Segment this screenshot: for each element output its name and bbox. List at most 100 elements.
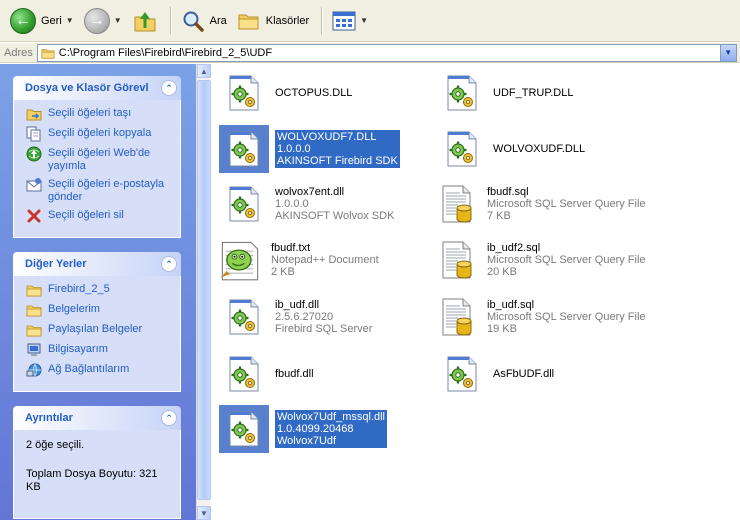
scroll-up-button[interactable]: ▲ bbox=[197, 64, 211, 78]
scroll-down-button[interactable]: ▼ bbox=[197, 506, 211, 520]
copy-files-icon bbox=[26, 126, 41, 142]
file-name: fbudf.dll bbox=[275, 368, 314, 380]
details-panel: Ayrıntılar ⌃ 2 öğe seçili. Toplam Dosya … bbox=[13, 406, 181, 519]
collapse-chevron-icon[interactable]: ⌃ bbox=[161, 80, 177, 96]
file-name: wolvox7ent.dll bbox=[275, 186, 345, 198]
details-header[interactable]: Ayrıntılar ⌃ bbox=[13, 406, 181, 430]
address-input[interactable]: C:\Program Files\Firebird\Firebird_2_5\U… bbox=[36, 43, 737, 62]
file-item[interactable]: OCTOPUS.DLL bbox=[219, 68, 352, 118]
file-size: 7 KB bbox=[487, 210, 511, 222]
address-label: Adres bbox=[4, 46, 33, 59]
file-info: fbudf.txt Notepad++ Document 2 KB bbox=[271, 242, 379, 278]
toolbar-separator bbox=[169, 6, 171, 35]
toolbar: ← Geri ▼ → ▼ Ara Klasörler ▼ bbox=[0, 0, 740, 42]
file-version: 1.0.0.0 bbox=[277, 143, 311, 155]
place-my-computer[interactable]: Bilgisayarım bbox=[26, 343, 172, 358]
task-label: Seçili öğeleri Web'de yayımla bbox=[48, 147, 151, 172]
file-folder-tasks-header[interactable]: Dosya ve Klasör Görevl ⌃ bbox=[13, 76, 181, 100]
file-item[interactable]: UDF_TRUP.DLL bbox=[437, 68, 574, 118]
back-button[interactable]: ← Geri ▼ bbox=[6, 4, 78, 38]
other-places-panel: Diğer Yerler ⌃ Firebird_2_5 Belgelerim P… bbox=[13, 252, 181, 392]
dll-gear-icon bbox=[219, 293, 269, 341]
file-folder-tasks-body: Seçili öğeleri taşı Seçili öğeleri kopya… bbox=[13, 100, 181, 238]
other-places-header[interactable]: Diğer Yerler ⌃ bbox=[13, 252, 181, 276]
file-name: fbudf.txt bbox=[271, 242, 311, 254]
task-label: Seçili öğeleri kopyala bbox=[48, 127, 152, 139]
file-item[interactable]: fbudf.txt Notepad++ Document 2 KB bbox=[215, 235, 379, 285]
file-item-selected[interactable]: Wolvox7Udf_mssql.dll 1.0.4099.20468 Wolv… bbox=[219, 404, 388, 454]
file-name: ib_udf.sql bbox=[487, 299, 535, 311]
folders-button[interactable]: Klasörler bbox=[233, 4, 313, 38]
details-body: 2 öğe seçili. Toplam Dosya Boyutu: 321 K… bbox=[13, 430, 181, 519]
dll-gear-icon bbox=[437, 350, 487, 398]
address-bar: Adres C:\Program Files\Firebird\Firebird… bbox=[0, 43, 740, 63]
file-info: fbudf.sql Microsoft SQL Server Query Fil… bbox=[487, 186, 646, 222]
file-company: AKINSOFT Firebird SDK bbox=[277, 155, 398, 167]
task-email-selected[interactable]: Seçili öğeleri e-postayla gönder bbox=[26, 178, 172, 204]
folders-label: Klasörler bbox=[265, 14, 310, 27]
file-name: AsFbUDF.dll bbox=[493, 368, 555, 380]
file-info: fbudf.dll bbox=[275, 368, 314, 380]
file-info: WOLVOXUDF7.DLL 1.0.0.0 AKINSOFT Firebird… bbox=[275, 130, 400, 168]
collapse-chevron-icon[interactable]: ⌃ bbox=[161, 410, 177, 426]
file-item[interactable]: AsFbUDF.dll bbox=[437, 349, 554, 399]
task-move-selected[interactable]: Seçili öğeleri taşı bbox=[26, 107, 172, 122]
file-company: AKINSOFT Wolvox SDK bbox=[275, 210, 395, 222]
forward-button[interactable]: → ▼ bbox=[80, 4, 126, 38]
task-label: Seçili öğeleri e-postayla gönder bbox=[48, 178, 165, 203]
file-item[interactable]: wolvox7ent.dll 1.0.0.0 AKINSOFT Wolvox S… bbox=[219, 179, 394, 229]
file-item[interactable]: fbudf.sql Microsoft SQL Server Query Fil… bbox=[431, 179, 646, 229]
place-firebird-2-5[interactable]: Firebird_2_5 bbox=[26, 283, 172, 298]
file-name: fbudf.sql bbox=[487, 186, 529, 198]
file-item-selected[interactable]: WOLVOXUDF7.DLL 1.0.0.0 AKINSOFT Firebird… bbox=[219, 124, 400, 174]
dll-gear-icon bbox=[219, 125, 269, 173]
views-dropdown-icon[interactable]: ▼ bbox=[360, 16, 368, 25]
file-item[interactable]: ib_udf.sql Microsoft SQL Server Query Fi… bbox=[431, 292, 646, 342]
task-label: Seçili öğeleri sil bbox=[48, 209, 124, 221]
panel-title: Diğer Yerler bbox=[25, 258, 87, 270]
search-button[interactable]: Ara bbox=[177, 4, 231, 38]
back-history-dropdown-icon[interactable]: ▼ bbox=[66, 16, 74, 25]
file-item[interactable]: fbudf.dll bbox=[219, 349, 314, 399]
scroll-thumb[interactable] bbox=[197, 80, 211, 500]
up-folder-button[interactable] bbox=[128, 4, 162, 38]
task-pane-scrollbar[interactable]: ▲ ▼ bbox=[196, 64, 211, 520]
file-item[interactable]: ib_udf2.sql Microsoft SQL Server Query F… bbox=[431, 235, 646, 285]
file-info: OCTOPUS.DLL bbox=[275, 87, 352, 99]
move-folder-icon bbox=[26, 109, 42, 121]
dll-gear-icon bbox=[437, 125, 487, 173]
views-button[interactable]: ▼ bbox=[328, 4, 372, 38]
file-info: ib_udf2.sql Microsoft SQL Server Query F… bbox=[487, 242, 646, 278]
back-arrow-icon: ← bbox=[10, 7, 36, 34]
address-dropdown-button[interactable]: ▼ bbox=[719, 44, 736, 61]
task-copy-selected[interactable]: Seçili öğeleri kopyala bbox=[26, 126, 172, 142]
file-company: Wolvox7Udf bbox=[277, 435, 337, 447]
notepad-file-icon bbox=[215, 236, 265, 284]
place-label: Firebird_2_5 bbox=[48, 283, 110, 295]
file-item[interactable]: ib_udf.dll 2.5.6.27020 Firebird SQL Serv… bbox=[219, 292, 372, 342]
folder-icon bbox=[41, 46, 55, 60]
place-network-connections[interactable]: Ağ Bağlantılarım bbox=[26, 363, 172, 378]
place-label: Ağ Bağlantılarım bbox=[48, 363, 130, 375]
task-delete-selected[interactable]: Seçili öğeleri sil bbox=[26, 209, 172, 224]
dll-gear-icon bbox=[219, 405, 269, 453]
file-name: WOLVOXUDF7.DLL bbox=[277, 131, 377, 143]
forward-history-dropdown-icon[interactable]: ▼ bbox=[114, 16, 122, 25]
collapse-chevron-icon[interactable]: ⌃ bbox=[161, 256, 177, 272]
search-icon bbox=[183, 11, 204, 32]
file-item[interactable]: WOLVOXUDF.DLL bbox=[437, 124, 585, 174]
file-type: Notepad++ Document bbox=[271, 254, 379, 266]
place-shared-documents[interactable]: Paylaşılan Belgeler bbox=[26, 323, 172, 338]
task-publish-web[interactable]: Seçili öğeleri Web'de yayımla bbox=[26, 146, 172, 173]
file-version: 1.0.0.0 bbox=[275, 198, 309, 210]
network-icon bbox=[26, 363, 42, 377]
email-envelope-icon bbox=[26, 178, 42, 192]
file-folder-tasks-panel: Dosya ve Klasör Görevl ⌃ Seçili öğeleri … bbox=[13, 76, 181, 238]
place-my-documents[interactable]: Belgelerim bbox=[26, 303, 172, 318]
selected-count: 2 öğe seçili. bbox=[26, 439, 85, 451]
file-name: WOLVOXUDF.DLL bbox=[493, 143, 586, 155]
address-path: C:\Program Files\Firebird\Firebird_2_5\U… bbox=[58, 46, 273, 59]
file-size: 20 KB bbox=[487, 266, 517, 278]
place-label: Belgelerim bbox=[48, 303, 100, 315]
file-type: Microsoft SQL Server Query File bbox=[487, 311, 646, 323]
